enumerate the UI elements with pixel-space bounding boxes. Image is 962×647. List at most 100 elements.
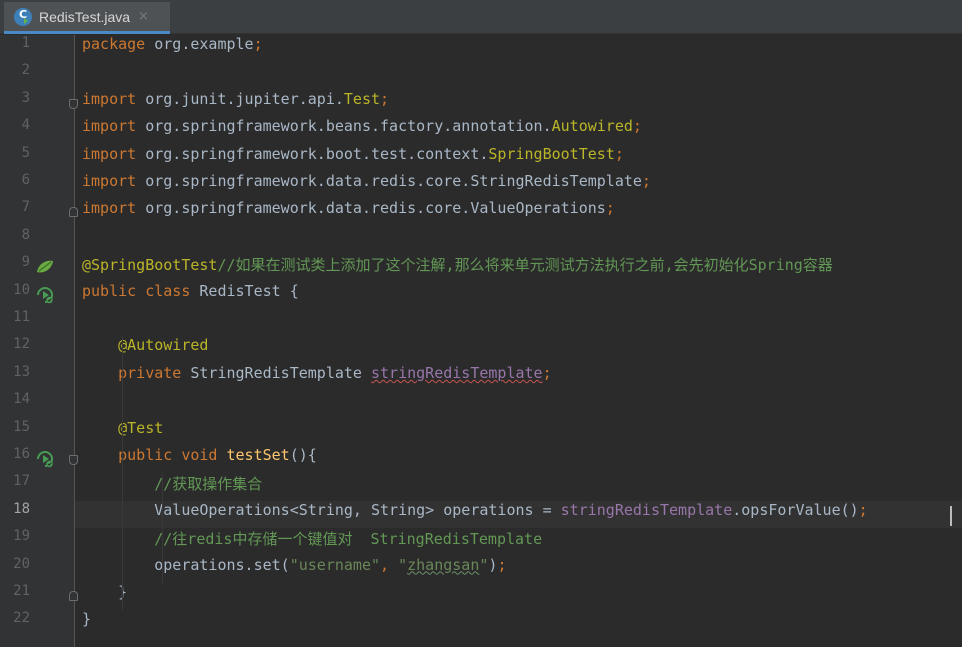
code-line[interactable]: 6 import org.springframework.data.redis.c…: [0, 172, 962, 199]
run-test-icon[interactable]: [36, 286, 54, 304]
code-text[interactable]: import org.springframework.beans.factory…: [75, 117, 962, 144]
code-text[interactable]: //往redis中存储一个键值对 StringRedisTemplate: [75, 528, 962, 555]
code-line[interactable]: 4 import org.springframework.beans.factor…: [0, 117, 962, 144]
code-token: Autowired: [551, 117, 633, 136]
code-text[interactable]: ValueOperations<String, String> operatio…: [75, 500, 962, 529]
code-text[interactable]: //获取操作集合: [75, 473, 962, 500]
code-text[interactable]: public class RedisTest {: [75, 282, 962, 309]
code-token: org.springframework.beans.factory.annota…: [145, 117, 552, 136]
line-number: 16: [13, 446, 30, 462]
code-text[interactable]: [75, 309, 962, 336]
run-test-icon[interactable]: [36, 450, 54, 468]
code-token: operations.set(: [82, 555, 290, 574]
code-token: org.springframework.boot.test.context.: [145, 144, 489, 163]
code-text[interactable]: public void testSet(){: [75, 446, 962, 473]
line-number: 4: [21, 117, 30, 134]
code-text[interactable]: [75, 227, 962, 254]
code-line[interactable]: 10 public class RedisTest {: [0, 282, 962, 309]
code-line[interactable]: 11: [0, 309, 962, 336]
code-line[interactable]: 8: [0, 227, 962, 254]
code-line[interactable]: 19 //往redis中存储一个键值对 StringRedisTemplate: [0, 528, 962, 555]
line-number: 12: [13, 336, 30, 353]
code-line[interactable]: 21 }: [0, 583, 962, 610]
code-token: ;: [641, 172, 651, 190]
line-number: 20: [13, 555, 30, 572]
code-token: import: [82, 117, 146, 136]
code-text[interactable]: import org.springframework.boot.test.con…: [75, 145, 962, 172]
code-line[interactable]: 15 @Test: [0, 419, 962, 446]
code-line[interactable]: 13 private StringRedisTemplate stringRed…: [0, 364, 962, 391]
line-number: 13: [13, 363, 30, 380]
line-number: 9: [21, 254, 30, 271]
code-text[interactable]: }: [75, 610, 962, 637]
code-token: public class: [82, 281, 200, 300]
java-class-icon: [14, 7, 32, 26]
code-token: zhangsan: [407, 555, 480, 574]
indent-guide: [162, 473, 163, 583]
code-line[interactable]: 2: [0, 62, 962, 89]
code-token: @SpringBootTest: [82, 256, 218, 275]
code-token: org.example: [154, 35, 254, 53]
code-token: @Autowired: [118, 336, 209, 355]
code-token: ;: [605, 199, 615, 218]
code-token: stringRedisTemplate: [560, 500, 733, 519]
line-number: 15: [13, 418, 30, 435]
code-token: public void: [118, 446, 227, 464]
code-text[interactable]: @Test: [75, 419, 962, 446]
code-line[interactable]: 3 import org.junit.jupiter.api.Test;: [0, 90, 962, 117]
close-icon[interactable]: ×: [138, 9, 149, 24]
code-token: stringRedisTemplate: [371, 363, 543, 382]
code-token: ;: [858, 500, 868, 519]
code-token: import: [82, 172, 146, 190]
code-token: org.junit.jupiter.api.: [145, 89, 344, 108]
code-token: import: [82, 89, 146, 108]
code-token: import: [82, 144, 146, 163]
code-text[interactable]: package org.example;: [75, 35, 962, 62]
code-token: (){: [289, 446, 317, 464]
code-line[interactable]: 18 ValueOperations<String, String> opera…: [0, 500, 962, 529]
code-text[interactable]: import org.springframework.data.redis.co…: [75, 199, 962, 226]
code-token: ;: [614, 144, 624, 163]
code-line[interactable]: 22}: [0, 610, 962, 637]
code-token: //获取操作集合: [154, 475, 263, 494]
code-line[interactable]: 14: [0, 391, 962, 418]
code-token: //如果在测试类上添加了这个注解,那么将来单元测试方法执行之前,会先初始化Spr…: [217, 256, 833, 275]
code-token: org.springframework.data.redis.core.Stri…: [145, 172, 642, 190]
code-text[interactable]: [75, 391, 962, 418]
code-line[interactable]: 17 //获取操作集合: [0, 473, 962, 500]
code-token: .opsForValue(): [732, 500, 859, 519]
code-line[interactable]: 16 public void testSet(){: [0, 446, 962, 473]
line-number: 5: [21, 144, 30, 161]
code-token: Test: [343, 89, 381, 108]
code-text[interactable]: import org.springframework.data.redis.co…: [75, 172, 962, 199]
code-line[interactable]: 7 import org.springframework.data.redis.c…: [0, 199, 962, 226]
tab-label: RedisTest.java: [39, 8, 131, 25]
code-token: ;: [632, 117, 642, 136]
code-token: StringRedisTemplate: [190, 363, 371, 382]
tab-redistest-java[interactable]: RedisTest.java ×: [4, 2, 170, 34]
code-token: }: [82, 583, 128, 601]
code-text[interactable]: }: [75, 583, 962, 610]
code-line[interactable]: 9 @SpringBootTest//如果在测试类上添加了这个注解,那么将来单元测…: [0, 254, 962, 281]
code-text[interactable]: [75, 62, 962, 89]
indent-guide: [122, 336, 123, 611]
code-line[interactable]: 5 import org.springframework.boot.test.co…: [0, 145, 962, 172]
code-line[interactable]: 1 package org.example;: [0, 35, 962, 62]
code-text[interactable]: import org.junit.jupiter.api.Test;: [75, 90, 962, 117]
line-number: 11: [13, 309, 30, 325]
code-token: RedisTest {: [199, 281, 299, 300]
code-text[interactable]: operations.set("username", "zhangsan");: [75, 556, 962, 583]
code-text[interactable]: @SpringBootTest//如果在测试类上添加了这个注解,那么将来单元测试…: [75, 254, 962, 281]
code-text[interactable]: private StringRedisTemplate stringRedisT…: [75, 364, 962, 391]
code-line[interactable]: 20 operations.set("username", "zhangsan"…: [0, 556, 962, 583]
line-number: 19: [13, 528, 30, 545]
code-text[interactable]: @Autowired: [75, 336, 962, 363]
code-token: testSet: [226, 446, 290, 464]
code-line[interactable]: 12 @Autowired: [0, 336, 962, 363]
